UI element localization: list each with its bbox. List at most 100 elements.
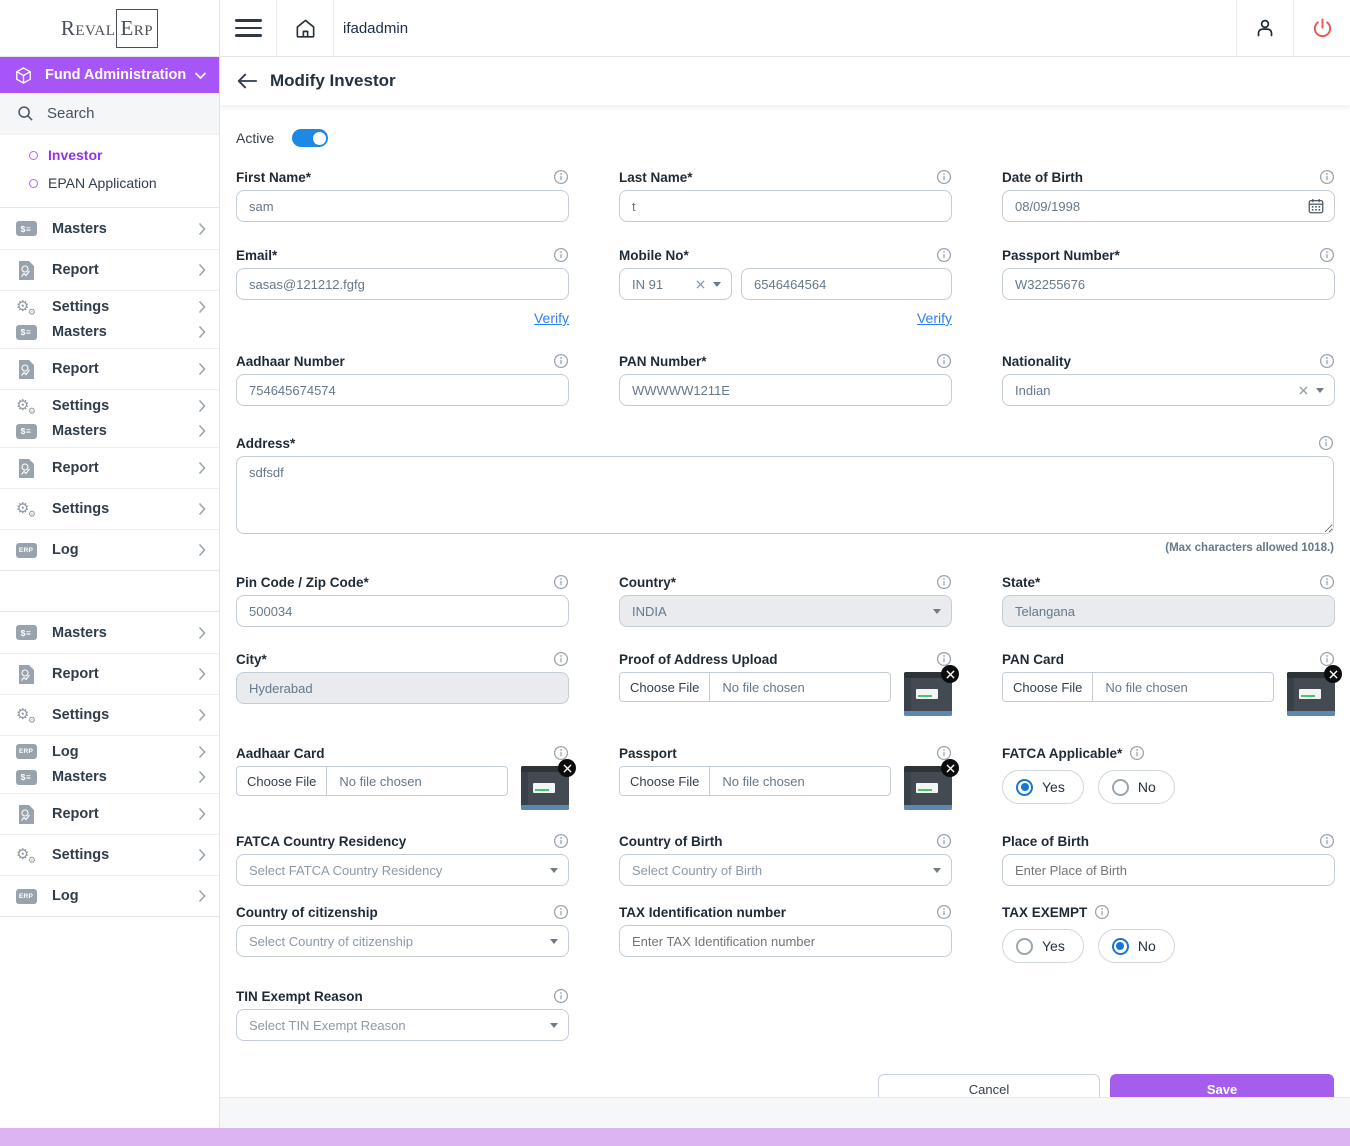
country-of-birth-select[interactable]: Select Country of Birth [619, 854, 952, 886]
pan-card-thumbnail[interactable] [1287, 672, 1335, 716]
sidebar-item-epan-application[interactable]: EPAN Application [0, 169, 219, 197]
sidebar-item-masters[interactable]: Masters [0, 208, 219, 249]
remove-file-icon[interactable] [941, 759, 959, 777]
first-name-group: First Name* [236, 168, 569, 222]
mobile-label: Mobile No* [619, 248, 689, 263]
caret-down-icon [1316, 388, 1324, 393]
sidebar-item-report[interactable]: Report [0, 348, 219, 389]
fatca-no-radio[interactable]: No [1098, 770, 1175, 804]
choose-file-button[interactable]: Choose File [620, 767, 710, 795]
sidebar-item-log[interactable]: Log [0, 529, 219, 570]
sidebar-item-log[interactable]: Log [0, 875, 219, 916]
module-selector[interactable]: Fund Administration [0, 57, 219, 93]
logout-button[interactable] [1293, 0, 1350, 56]
info-icon [936, 833, 952, 849]
aadhaar-card-label: Aadhaar Card [236, 746, 325, 761]
menu-toggle-button[interactable] [220, 0, 277, 56]
fatca-yes-radio[interactable]: Yes [1002, 770, 1084, 804]
proof-of-address-thumbnail[interactable] [904, 672, 952, 716]
aadhaar-card-file-input[interactable]: Choose File No file chosen [236, 766, 508, 796]
dob-input[interactable] [1002, 190, 1335, 222]
first-name-input[interactable] [236, 190, 569, 222]
aadhaar-number-input[interactable] [236, 374, 569, 406]
passport-number-input[interactable] [1002, 268, 1335, 300]
sidebar-item-report[interactable]: Report [0, 447, 219, 488]
sidebar-search[interactable]: Search [0, 93, 219, 135]
sidebar-item-settings[interactable]: Settings [0, 834, 219, 875]
clear-icon[interactable] [1299, 386, 1308, 395]
sidebar-item-report[interactable]: Report [0, 249, 219, 290]
citizenship-select[interactable]: Select Country of citizenship [236, 925, 569, 957]
revalerp-logo: RevalErp [61, 9, 158, 48]
chevron-right-icon [198, 300, 206, 314]
pincode-input[interactable] [236, 595, 569, 627]
sidebar-subitem-settings[interactable]: Settings [15, 294, 206, 320]
proof-of-address-file-input[interactable]: Choose File No file chosen [619, 672, 891, 702]
sidebar-item-masters[interactable]: Masters [0, 612, 219, 653]
remove-file-icon[interactable] [1324, 665, 1342, 683]
country-code-select[interactable]: IN 91 [619, 268, 732, 300]
sidebar-subitem-masters[interactable]: Masters [15, 765, 206, 791]
back-button[interactable] [236, 72, 258, 90]
tin-exempt-select[interactable]: Select TIN Exempt Reason [236, 1009, 569, 1041]
remove-file-icon[interactable] [941, 665, 959, 683]
caret-down-icon [713, 282, 721, 287]
sidebar-item-log-masters[interactable]: Log Masters [0, 735, 219, 793]
address-textarea[interactable]: sdfsdf [236, 456, 1334, 534]
active-toggle[interactable] [292, 129, 328, 147]
aadhaar-card-thumbnail[interactable] [521, 766, 569, 810]
cancel-button[interactable]: Cancel [878, 1074, 1100, 1097]
sidebar-item-settings[interactable]: Settings [0, 488, 219, 529]
state-input [1002, 595, 1335, 627]
sidebar-subitem-masters[interactable]: Masters [15, 419, 206, 445]
chevron-right-icon [198, 807, 206, 821]
clear-icon[interactable] [696, 280, 705, 289]
mobile-input[interactable] [741, 268, 952, 300]
info-icon [1319, 353, 1335, 369]
chevron-right-icon [198, 543, 206, 557]
power-icon [1311, 17, 1334, 40]
sidebar-item-settings[interactable]: Settings [0, 694, 219, 735]
email-verify-link[interactable]: Verify [534, 310, 569, 326]
nationality-select[interactable]: Indian [1002, 374, 1335, 406]
sidebar-item-label: Masters [52, 769, 198, 785]
chevron-right-icon [198, 222, 206, 236]
sidebar-subitem-masters[interactable]: Masters [15, 320, 206, 346]
sidebar-item-label: Settings [52, 398, 198, 414]
pan-number-input[interactable] [619, 374, 952, 406]
fatca-residency-select[interactable]: Select FATCA Country Residency [236, 854, 569, 886]
user-profile-button[interactable] [1236, 0, 1293, 56]
pan-card-file-input[interactable]: Choose File No file chosen [1002, 672, 1274, 702]
tax-id-group: TAX Identification number [619, 903, 952, 957]
home-button[interactable] [277, 0, 334, 56]
sidebar-subitem-log[interactable]: Log [15, 739, 206, 765]
address-group: Address* sdfsdf (Max characters allowed … [236, 434, 1334, 554]
package-cube-icon [14, 66, 33, 85]
last-name-input[interactable] [619, 190, 952, 222]
sidebar-item-label: Masters [52, 423, 198, 439]
choose-file-button[interactable]: Choose File [237, 767, 327, 795]
email-input[interactable] [236, 268, 569, 300]
sidebar-subitem-settings[interactable]: Settings [15, 393, 206, 419]
sidebar-item-report[interactable]: Report [0, 653, 219, 694]
tin-exempt-label: TIN Exempt Reason [236, 989, 363, 1004]
sidebar-item-settings-masters[interactable]: Settings Masters [0, 389, 219, 447]
mobile-verify-link[interactable]: Verify [917, 310, 952, 326]
remove-file-icon[interactable] [558, 759, 576, 777]
first-name-label: First Name* [236, 170, 311, 185]
choose-file-button[interactable]: Choose File [1003, 673, 1093, 701]
calendar-icon[interactable] [1307, 197, 1325, 220]
tax-exempt-no-radio[interactable]: No [1098, 929, 1175, 963]
place-of-birth-input[interactable] [1002, 854, 1335, 886]
sidebar-item-report[interactable]: Report [0, 793, 219, 834]
save-button[interactable]: Save [1110, 1074, 1334, 1097]
choose-file-button[interactable]: Choose File [620, 673, 710, 701]
sidebar-item-investor[interactable]: Investor [0, 141, 219, 169]
info-icon [936, 574, 952, 590]
tax-id-input[interactable] [619, 925, 952, 957]
tax-exempt-yes-radio[interactable]: Yes [1002, 929, 1084, 963]
sidebar-item-settings-masters[interactable]: Settings Masters [0, 290, 219, 348]
passport-file-input[interactable]: Choose File No file chosen [619, 766, 891, 796]
passport-thumbnail[interactable] [904, 766, 952, 810]
radio-label: Yes [1042, 938, 1065, 954]
